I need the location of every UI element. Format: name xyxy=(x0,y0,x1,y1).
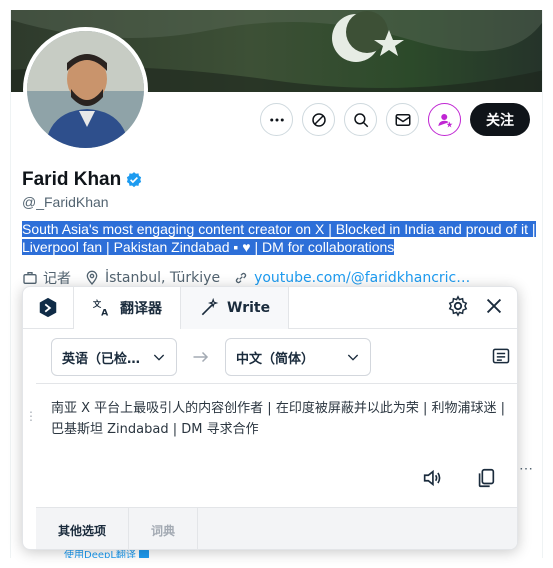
envelope-icon xyxy=(395,113,410,126)
translation-output: 南亚 X 平台上最吸引人的内容创作者 | 在印度被屏蔽并以此为荣 | 利物浦球迷… xyxy=(36,383,517,507)
target-language-value: 中文（简体） xyxy=(236,351,315,367)
bio-text-end: | DM for collaborations xyxy=(254,239,395,255)
meta-location-label: İstanbul, Türkiye xyxy=(105,270,221,286)
translator-tabs: 文A 翻译器 Write xyxy=(23,287,517,329)
magic-wand-icon xyxy=(201,298,219,316)
meta-role-label: 记者 xyxy=(43,271,71,287)
subscribe-button[interactable] xyxy=(428,103,461,136)
deepl-logo-icon xyxy=(39,297,57,318)
translated-text[interactable]: 南亚 X 平台上最吸引人的内容创作者 | 在印度被屏蔽并以此为荣 | 利物浦球迷… xyxy=(51,398,506,440)
close-icon[interactable] xyxy=(483,295,505,317)
tab-translator[interactable]: 文A 翻译器 xyxy=(73,287,181,329)
location-pin-icon xyxy=(86,270,98,286)
briefcase-icon xyxy=(23,272,37,284)
glossary-button[interactable] xyxy=(491,346,511,371)
tab-dictionary[interactable]: 词典 xyxy=(129,508,199,549)
message-button[interactable] xyxy=(386,103,419,136)
meta-location: İstanbul, Türkiye xyxy=(84,270,220,286)
grok-icon xyxy=(311,112,326,127)
target-language-select[interactable]: 中文（简体） xyxy=(225,338,371,376)
bio-emoji-flag: ▪ ♥ xyxy=(229,239,255,255)
more-button[interactable] xyxy=(260,103,293,136)
display-name: Farid Khan xyxy=(22,169,122,190)
translator-footer: 其他选项 词典 xyxy=(36,507,517,549)
website-link[interactable]: youtube.com/@faridkhancric… xyxy=(254,270,470,286)
arrow-right-icon xyxy=(193,351,209,363)
meta-role: 记者 xyxy=(22,268,71,288)
tab-more-options[interactable]: 其他选项 xyxy=(36,508,130,549)
meta-website[interactable]: youtube.com/@faridkhancric… xyxy=(233,270,470,286)
search-button[interactable] xyxy=(344,103,377,136)
settings-gear-icon[interactable] xyxy=(447,295,469,317)
grok-button[interactable] xyxy=(302,103,335,136)
page: 关注 Farid Khan @_FaridKhan South Asia's m… xyxy=(0,0,553,568)
profile-meta: 记者 İstanbul, Türkiye youtube.com/@faridk… xyxy=(22,268,470,288)
glossary-icon xyxy=(492,348,510,364)
verified-badge-icon[interactable] xyxy=(125,171,143,189)
translator-tools xyxy=(447,295,505,317)
copy-icon[interactable] xyxy=(475,467,497,489)
link-icon xyxy=(235,272,247,284)
follow-button[interactable]: 关注 xyxy=(470,103,530,136)
bio: South Asia's most engaging content creat… xyxy=(22,220,537,256)
profile-actions: 关注 xyxy=(260,103,530,136)
search-icon xyxy=(353,112,368,127)
source-language-value: 英语（已检… xyxy=(62,351,141,367)
name-row: Farid Khan xyxy=(22,169,143,191)
swap-languages-button[interactable] xyxy=(177,350,225,364)
tab-write[interactable]: Write xyxy=(181,287,290,329)
output-actions xyxy=(421,467,497,489)
language-row: 英语（已检… 中文（简体） xyxy=(51,338,511,376)
source-language-select[interactable]: 英语（已检… xyxy=(51,338,177,376)
tab-translator-label: 翻译器 xyxy=(120,301,162,317)
handle: @_FaridKhan xyxy=(22,194,109,210)
translate-icon: 文A xyxy=(93,299,109,319)
deepl-translator-popup: 文A 翻译器 Write ⋮⋮ 英语（已检… 中文（简体） xyxy=(22,286,518,550)
more-icon xyxy=(269,118,284,121)
hidden-content-peek: ⋯ xyxy=(519,460,533,476)
chevron-down-icon xyxy=(153,354,165,361)
chevron-down-icon xyxy=(347,354,359,361)
person-star-icon xyxy=(437,113,452,127)
speaker-icon[interactable] xyxy=(421,467,443,489)
tab-write-label: Write xyxy=(227,300,271,316)
avatar[interactable] xyxy=(23,27,148,152)
deepl-logo xyxy=(23,287,73,329)
svg-text:A: A xyxy=(101,308,109,319)
